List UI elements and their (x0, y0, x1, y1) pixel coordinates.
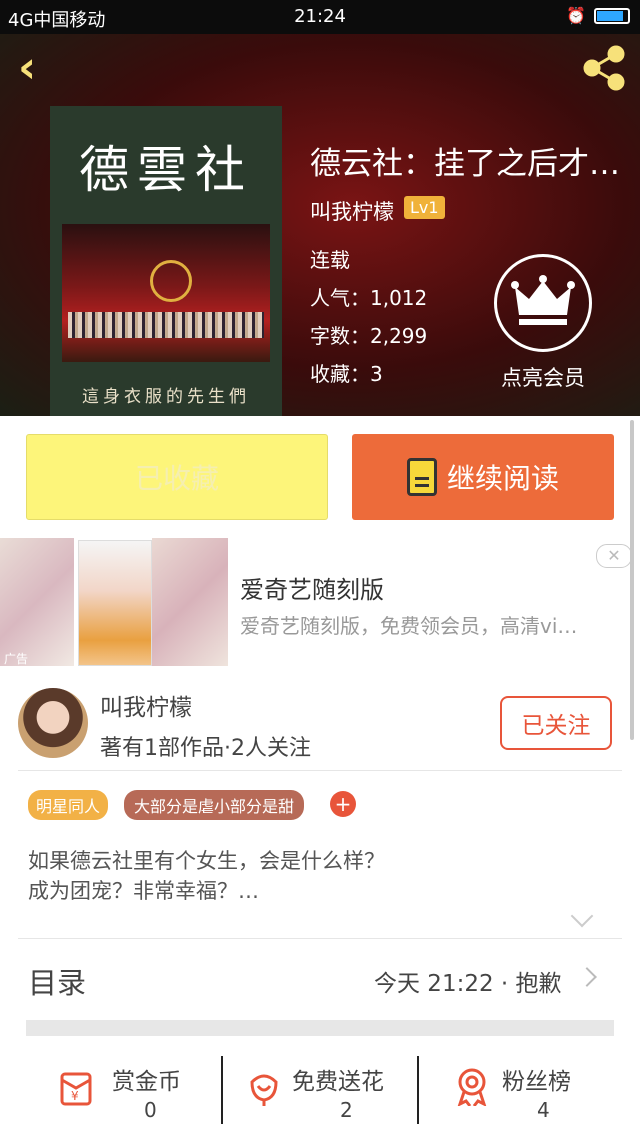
description-line: 成为团宠？非常幸福？… (28, 879, 259, 903)
continue-reading-label: 继续阅读 (446, 462, 559, 495)
close-icon[interactable]: ✕ (596, 544, 632, 568)
fan-ranking-label[interactable]: 粉丝榜 (502, 1062, 571, 1096)
cover-title: 德雲社 (79, 141, 253, 199)
ad-image-center (78, 540, 152, 666)
status-time: 21:24 (294, 6, 346, 27)
ad-image-right (152, 538, 228, 666)
section-spacer (26, 1020, 614, 1036)
vip-label: 点亮会员 (501, 366, 585, 390)
author-info: 著有1部作品·2人关注 (100, 736, 311, 761)
reward-coin-count: 0 (144, 1098, 157, 1122)
add-tag-button[interactable]: + (330, 791, 356, 817)
ad-title[interactable]: 爱奇艺随刻版 (240, 570, 384, 605)
share-icon[interactable] (580, 44, 628, 92)
divider (221, 1056, 223, 1124)
status-icons: ⏰ (566, 6, 630, 25)
divider (417, 1056, 419, 1124)
medal-icon (457, 1068, 487, 1106)
cover-people (68, 312, 264, 338)
cover-stage-image (62, 224, 270, 362)
send-flower-label[interactable]: 免费送花 (292, 1062, 384, 1096)
fan-ranking-count: 4 (537, 1098, 550, 1122)
ad-image-left (0, 538, 74, 666)
author-name[interactable]: 叫我柠檬 (100, 688, 192, 722)
reward-coin-label[interactable]: 赏金币 (112, 1062, 181, 1096)
vip-button[interactable] (494, 254, 592, 352)
back-icon[interactable]: ‹ (18, 46, 36, 90)
crown-icon (511, 275, 575, 325)
ad-description: 爱奇艺随刻版，免费领会员，高清vi… (240, 614, 578, 638)
serial-status: 连载 (310, 248, 350, 272)
divider (18, 938, 622, 939)
red-envelope-icon: ¥ (60, 1072, 92, 1106)
alarm-icon: ⏰ (566, 6, 586, 25)
svg-text:¥: ¥ (71, 1089, 79, 1103)
popularity: 人气：1,012 (310, 286, 428, 310)
collected-button[interactable]: 已收藏 (26, 434, 328, 520)
ad-label: 广告 (4, 652, 29, 666)
cover-logo (150, 260, 192, 302)
favorites-count: 收藏：3 (310, 362, 383, 386)
book-description[interactable]: 如果德云社里有个女生，会是什么样？ 成为团宠？非常幸福？… (28, 846, 608, 906)
status-bar: 4G中国移动 21:24 ⏰ (0, 0, 640, 34)
book-icon (406, 458, 437, 496)
tag-item[interactable]: 明星同人 (28, 790, 109, 820)
flower-icon (250, 1074, 278, 1106)
follow-button[interactable]: 已关注 (500, 696, 612, 750)
tag-item[interactable]: 大部分是虐小部分是甜 (124, 790, 305, 820)
cover-caption: 這身衣服的先生們 (82, 387, 250, 407)
battery-icon (594, 7, 630, 24)
scrollbar[interactable] (630, 420, 634, 740)
word-count: 字数：2,299 (310, 324, 428, 348)
continue-reading-button[interactable]: 继续阅读 (352, 434, 614, 520)
toc-latest-chapter[interactable]: 今天 21:22 · 抱歉 (374, 964, 562, 998)
book-title: 德云社：挂了之后才… (310, 146, 620, 182)
send-flower-count: 2 (340, 1098, 353, 1122)
toc-label[interactable]: 目录 (28, 960, 86, 1002)
avatar[interactable] (18, 688, 88, 758)
level-badge: Lv1 (404, 196, 445, 219)
book-author[interactable]: 叫我柠檬 (310, 196, 394, 226)
divider (18, 770, 622, 771)
book-cover[interactable]: 德雲社 這身衣服的先生們 (50, 106, 282, 416)
description-line: 如果德云社里有个女生，会是什么样？ (28, 849, 385, 873)
